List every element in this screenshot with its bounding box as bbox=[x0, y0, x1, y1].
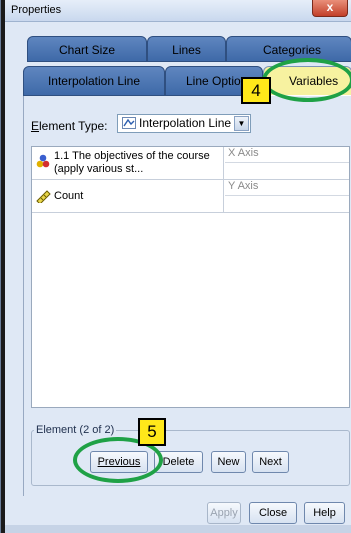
element-type-select[interactable]: Interpolation Line ▼ bbox=[117, 114, 251, 133]
close-button[interactable]: Close bbox=[249, 502, 297, 524]
highlight-ring-variables bbox=[262, 58, 351, 102]
tab-label: Categories bbox=[263, 43, 322, 57]
delete-button-label: Delete bbox=[162, 456, 195, 468]
variables-table: 1.1 The objectives of the course (apply … bbox=[31, 146, 350, 408]
variable-role-text: X Axis bbox=[228, 147, 259, 159]
step-5-badge: 5 bbox=[138, 418, 166, 446]
element-type-label-hotkey: E bbox=[31, 119, 40, 133]
dialog-footer bbox=[5, 525, 351, 533]
tab-interpolation-line[interactable]: Interpolation Line bbox=[23, 66, 165, 96]
new-button-label: New bbox=[217, 456, 240, 468]
tab-chart-size[interactable]: Chart Size bbox=[27, 36, 147, 62]
variable-name: 1.1 The objectives of the course (apply … bbox=[32, 147, 224, 179]
table-empty-area bbox=[32, 213, 349, 407]
close-button-label: Close bbox=[258, 507, 288, 519]
tab-label: Interpolation Line bbox=[47, 74, 141, 88]
variable-role-text: Y Axis bbox=[228, 180, 259, 192]
variable-name: Count bbox=[32, 180, 224, 212]
chevron-down-icon[interactable]: ▼ bbox=[234, 116, 249, 131]
divider bbox=[225, 195, 349, 196]
table-row[interactable]: Count Y Axis bbox=[32, 180, 349, 213]
next-button-label: Next bbox=[259, 456, 282, 468]
window-title: Properties bbox=[11, 4, 62, 16]
element-group-label: Element (2 of 2) bbox=[34, 424, 117, 436]
apply-button[interactable]: Apply bbox=[207, 502, 241, 524]
tab-categories[interactable]: Categories bbox=[226, 36, 351, 62]
new-button[interactable]: New bbox=[211, 451, 246, 473]
help-button-label: Help bbox=[313, 507, 336, 519]
close-window-button[interactable]: x bbox=[312, 0, 348, 17]
title-bar: Properties x bbox=[5, 0, 351, 22]
element-type-label-text: lement Type: bbox=[39, 119, 108, 133]
table-row[interactable]: 1.1 The objectives of the course (apply … bbox=[32, 147, 349, 180]
element-type-value: Interpolation Line bbox=[139, 116, 232, 130]
help-button[interactable]: Help bbox=[304, 502, 345, 524]
close-icon: x bbox=[326, 0, 334, 14]
step-4-badge: 4 bbox=[241, 77, 271, 104]
next-button[interactable]: Next bbox=[252, 451, 289, 473]
element-type-label: Element Type: bbox=[31, 119, 108, 133]
divider bbox=[225, 162, 349, 163]
apply-button-label: Apply bbox=[210, 507, 238, 519]
tab-label: Lines bbox=[172, 43, 201, 57]
tab-label: Chart Size bbox=[58, 43, 116, 57]
variable-role[interactable]: Y Axis bbox=[225, 180, 349, 212]
variable-role[interactable]: X Axis bbox=[225, 147, 349, 179]
interpolation-line-icon bbox=[122, 117, 136, 129]
tab-lines[interactable]: Lines bbox=[147, 36, 226, 62]
